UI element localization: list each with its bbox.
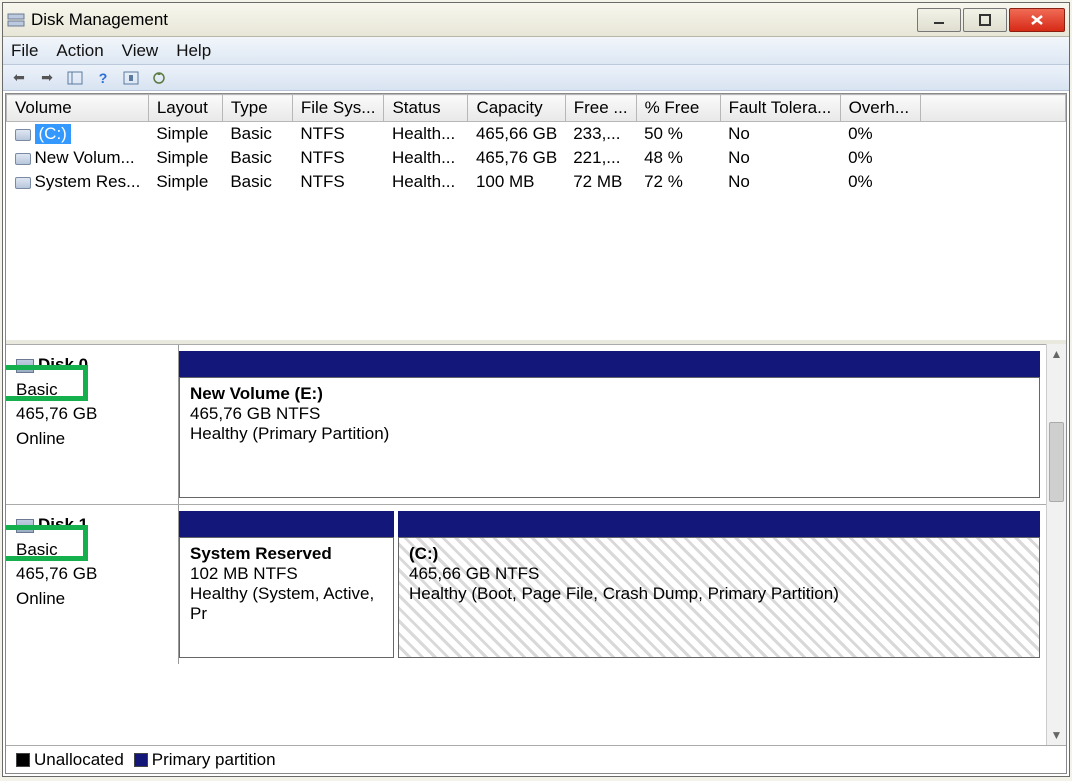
disk-row[interactable]: Disk 0 Basic 465,76 GB OnlineNew Volume … xyxy=(6,344,1046,504)
volume-row[interactable]: (C:)SimpleBasicNTFSHealth...465,66 GB233… xyxy=(7,122,1066,147)
toolbar: ⬅ ➡ ? xyxy=(3,65,1069,91)
titlebar[interactable]: Disk Management xyxy=(3,3,1069,37)
volume-icon xyxy=(15,177,31,189)
disk-size: 465,76 GB xyxy=(16,402,172,427)
show-hide-icon[interactable] xyxy=(65,69,85,87)
forward-icon[interactable]: ➡ xyxy=(37,69,57,87)
disk-info[interactable]: Disk 1 Basic 465,76 GB Online xyxy=(6,505,179,664)
col-filesystem[interactable]: File Sys... xyxy=(292,95,384,122)
col-type[interactable]: Type xyxy=(222,95,292,122)
volume-icon xyxy=(15,129,31,141)
refresh-icon[interactable] xyxy=(149,69,169,87)
disk-state: Online xyxy=(16,427,172,452)
disk-state: Online xyxy=(16,587,172,612)
col-capacity[interactable]: Capacity xyxy=(468,95,565,122)
disk-list[interactable]: Disk 0 Basic 465,76 GB OnlineNew Volume … xyxy=(6,344,1046,745)
volume-name: System Res... xyxy=(35,172,141,191)
unallocated-swatch-icon xyxy=(16,753,30,767)
disk-graphic-pane: Disk 0 Basic 465,76 GB OnlineNew Volume … xyxy=(6,344,1066,745)
partition-status: Healthy (Primary Partition) xyxy=(190,424,1029,444)
col-free[interactable]: Free ... xyxy=(565,95,636,122)
volume-row[interactable]: System Res...SimpleBasicNTFSHealth...100… xyxy=(7,170,1066,194)
scroll-thumb[interactable] xyxy=(1049,422,1064,502)
volume-table: Volume Layout Type File Sys... Status Ca… xyxy=(6,94,1066,194)
disk-management-icon xyxy=(7,11,25,29)
partition-size: 102 MB NTFS xyxy=(190,564,383,584)
col-status[interactable]: Status xyxy=(384,95,468,122)
partition[interactable]: New Volume (E:) 465,76 GB NTFS Healthy (… xyxy=(179,377,1040,498)
partition-header[interactable] xyxy=(398,511,1040,537)
back-icon[interactable]: ⬅ xyxy=(9,69,29,87)
close-button[interactable] xyxy=(1009,8,1065,32)
content-area: Volume Layout Type File Sys... Status Ca… xyxy=(5,93,1067,774)
scroll-up-icon[interactable]: ▲ xyxy=(1047,344,1066,364)
scroll-down-icon[interactable]: ▼ xyxy=(1047,725,1066,745)
volume-name: New Volum... xyxy=(35,148,135,167)
disk-info[interactable]: Disk 0 Basic 465,76 GB Online xyxy=(6,345,179,504)
window-buttons xyxy=(917,8,1065,32)
partition[interactable]: System Reserved 102 MB NTFS Healthy (Sys… xyxy=(179,537,394,658)
col-spacer xyxy=(920,95,1065,122)
minimize-button[interactable] xyxy=(917,8,961,32)
disk-row[interactable]: Disk 1 Basic 465,76 GB OnlineSystem Rese… xyxy=(6,504,1046,664)
partition-title: System Reserved xyxy=(190,544,383,564)
volume-row[interactable]: New Volum...SimpleBasicNTFSHealth...465,… xyxy=(7,146,1066,170)
column-headers[interactable]: Volume Layout Type File Sys... Status Ca… xyxy=(7,95,1066,122)
maximize-button[interactable] xyxy=(963,8,1007,32)
partition-status: Healthy (System, Active, Pr xyxy=(190,584,383,624)
highlight-annotation xyxy=(6,525,88,561)
window-frame: Disk Management File Action View Help ⬅ … xyxy=(2,2,1070,777)
partitions-area: New Volume (E:) 465,76 GB NTFS Healthy (… xyxy=(179,345,1046,504)
menubar: File Action View Help xyxy=(3,37,1069,65)
partitions-area: System Reserved 102 MB NTFS Healthy (Sys… xyxy=(179,505,1046,664)
volume-icon xyxy=(15,153,31,165)
partition-status: Healthy (Boot, Page File, Crash Dump, Pr… xyxy=(409,584,1029,604)
legend-unallocated: Unallocated xyxy=(16,750,124,770)
partition-size: 465,66 GB NTFS xyxy=(409,564,1029,584)
col-layout[interactable]: Layout xyxy=(148,95,222,122)
col-volume[interactable]: Volume xyxy=(7,95,149,122)
col-pct-free[interactable]: % Free xyxy=(636,95,720,122)
partition-title: New Volume (E:) xyxy=(190,384,1029,404)
menu-action[interactable]: Action xyxy=(56,41,103,61)
menu-file[interactable]: File xyxy=(11,41,38,61)
volume-list-pane[interactable]: Volume Layout Type File Sys... Status Ca… xyxy=(6,94,1066,344)
volume-name: (C:) xyxy=(35,124,71,144)
menu-help[interactable]: Help xyxy=(176,41,211,61)
legend: Unallocated Primary partition xyxy=(6,745,1066,773)
col-overhead[interactable]: Overh... xyxy=(840,95,920,122)
legend-primary: Primary partition xyxy=(134,750,276,770)
partition-header[interactable] xyxy=(179,511,394,537)
partition-title: (C:) xyxy=(409,544,1029,564)
col-fault[interactable]: Fault Tolera... xyxy=(720,95,840,122)
partition-size: 465,76 GB NTFS xyxy=(190,404,1029,424)
partition[interactable]: (C:) 465,66 GB NTFS Healthy (Boot, Page … xyxy=(398,537,1040,658)
vertical-scrollbar[interactable]: ▲ ▼ xyxy=(1046,344,1066,745)
settings-icon[interactable] xyxy=(121,69,141,87)
highlight-annotation xyxy=(6,365,88,401)
window-title: Disk Management xyxy=(31,10,917,30)
primary-swatch-icon xyxy=(134,753,148,767)
help-icon[interactable]: ? xyxy=(93,69,113,87)
partition-header[interactable] xyxy=(179,351,1040,377)
menu-view[interactable]: View xyxy=(122,41,159,61)
disk-size: 465,76 GB xyxy=(16,562,172,587)
